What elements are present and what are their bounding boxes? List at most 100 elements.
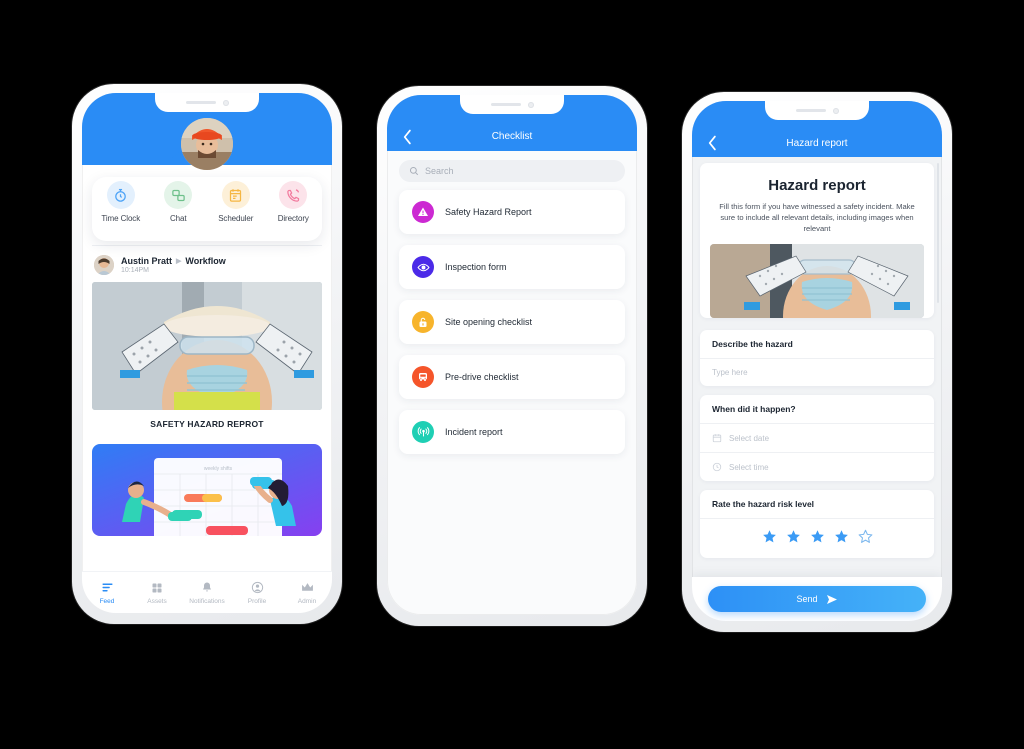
form-title: Hazard report	[768, 177, 866, 194]
quick-action-scheduler[interactable]: Scheduler	[208, 181, 264, 223]
list-item-label: Safety Hazard Report	[445, 207, 532, 217]
field-question: Rate the hazard risk level	[712, 499, 815, 509]
device-notch	[155, 93, 259, 112]
nav-label: Feed	[99, 598, 115, 605]
nav-item-notifications[interactable]: Notifications	[183, 580, 231, 605]
star-icon[interactable]	[786, 529, 801, 544]
phone-device-hazard-report: Hazard report Hazard report Fill this fo…	[682, 92, 952, 632]
feed-scroll-area[interactable]: Austin Pratt ▶ Workflow 10:14PM SAFETY H…	[82, 245, 332, 571]
bottom-navigation: Feed Assets Notifications Profile Admin	[82, 571, 332, 613]
quick-action-label: Directory	[277, 214, 309, 223]
list-item[interactable]: Pre-drive checklist	[399, 355, 625, 399]
user-avatar[interactable]	[181, 118, 233, 170]
quick-action-directory[interactable]: Directory	[265, 181, 321, 223]
post-author-name: Austin Pratt	[121, 256, 173, 266]
post-meta: Austin Pratt ▶ Workflow 10:14PM	[121, 256, 226, 274]
front-camera	[222, 99, 229, 106]
chevron-left-icon[interactable]	[398, 128, 416, 146]
post-caption: SAFETY HAZARD REPROT	[150, 419, 264, 429]
nav-label: Notifications	[189, 598, 225, 605]
quick-action-chat[interactable]: Chat	[150, 181, 206, 223]
warning-triangle-icon	[412, 201, 434, 223]
send-button[interactable]: Send	[708, 586, 926, 612]
input-placeholder: Select time	[729, 462, 769, 472]
form-field-when: When did it happen? Select date Select t…	[700, 395, 934, 481]
screen-checklist: Checklist Search Safety Hazard Report In…	[387, 95, 637, 615]
form-intro-card: Hazard report Fill this form if you have…	[700, 163, 934, 318]
phone-icon	[279, 181, 308, 209]
quick-action-label: Chat	[170, 214, 187, 223]
field-question: When did it happen?	[712, 404, 796, 414]
nav-item-admin[interactable]: Admin	[283, 580, 331, 605]
post-image-secondary[interactable]: weekly shifts	[92, 444, 322, 536]
chevron-left-icon[interactable]	[703, 134, 721, 152]
input-placeholder: Select date	[729, 433, 770, 443]
star-icon[interactable]	[810, 529, 825, 544]
send-label: Send	[796, 594, 818, 604]
send-bar: Send	[692, 577, 942, 621]
earpiece-speaker	[795, 108, 826, 113]
screen-hazard-report: Hazard report Hazard report Fill this fo…	[692, 101, 942, 621]
nav-item-profile[interactable]: Profile	[233, 580, 281, 605]
search-placeholder: Search	[425, 166, 454, 176]
clock-icon	[712, 462, 722, 472]
list-item[interactable]: Safety Hazard Report	[399, 190, 625, 234]
quick-action-label: Scheduler	[218, 214, 254, 223]
device-notch	[765, 101, 869, 120]
calendar-icon	[221, 181, 250, 209]
svg-text:weekly shifts: weekly shifts	[204, 466, 233, 472]
post-header: Austin Pratt ▶ Workflow 10:14PM	[82, 246, 332, 282]
calendar-icon	[712, 434, 722, 443]
person-circle-icon	[233, 580, 281, 595]
star-icon[interactable]	[858, 529, 873, 544]
phone-device-feed: Time Clock Chat Scheduler Directory Aust…	[72, 84, 342, 624]
field-question: Describe the hazard	[712, 339, 793, 349]
front-camera	[832, 107, 839, 114]
feed-lines-icon	[83, 580, 131, 595]
post-author-line: Austin Pratt ▶ Workflow	[121, 256, 226, 266]
device-notch	[460, 95, 564, 114]
bus-icon	[412, 366, 434, 388]
risk-rating-stars[interactable]	[700, 519, 934, 558]
search-input[interactable]: Search	[399, 160, 625, 182]
bell-icon	[183, 580, 231, 595]
select-date-input[interactable]: Select date	[700, 424, 934, 452]
star-icon[interactable]	[834, 529, 849, 544]
quick-action-label: Time Clock	[101, 214, 141, 223]
list-item-label: Inspection form	[445, 262, 507, 272]
earpiece-speaker	[185, 100, 216, 105]
list-item[interactable]: Incident report	[399, 410, 625, 454]
search-icon	[409, 166, 419, 176]
post-author-avatar[interactable]	[94, 255, 114, 275]
nav-item-assets[interactable]: Assets	[133, 580, 181, 605]
checklist-items: Safety Hazard Report Inspection form Sit…	[387, 188, 637, 454]
header-title: Checklist	[491, 131, 533, 142]
padlock-open-icon	[412, 311, 434, 333]
list-item-label: Site opening checklist	[445, 317, 533, 327]
star-icon[interactable]	[762, 529, 777, 544]
input-placeholder: Type here	[712, 368, 748, 377]
form-description: Fill this form if you have witnessed a s…	[719, 202, 915, 233]
nav-item-feed[interactable]: Feed	[83, 580, 131, 605]
crown-icon	[283, 580, 331, 595]
scrollbar[interactable]	[937, 163, 939, 303]
hazard-form-scroll[interactable]: Hazard report Fill this form if you have…	[692, 157, 942, 621]
list-item[interactable]: Site opening checklist	[399, 300, 625, 344]
quick-action-time-clock[interactable]: Time Clock	[93, 181, 149, 223]
eye-icon	[412, 256, 434, 278]
form-field-rating: Rate the hazard risk level	[700, 490, 934, 558]
list-item-label: Pre-drive checklist	[445, 372, 519, 382]
search-container: Search	[387, 151, 637, 188]
checklist-body: Search Safety Hazard Report Inspection f…	[387, 151, 637, 615]
form-image[interactable]	[710, 244, 924, 318]
select-time-input[interactable]: Select time	[700, 453, 934, 481]
quick-actions-card: Time Clock Chat Scheduler Directory	[92, 177, 322, 241]
post-image[interactable]	[92, 282, 322, 410]
describe-hazard-input[interactable]: Type here	[700, 359, 934, 386]
earpiece-speaker	[490, 102, 521, 107]
form-field-describe: Describe the hazard Type here	[700, 330, 934, 386]
front-camera	[527, 101, 534, 108]
list-item-label: Incident report	[445, 427, 503, 437]
list-item[interactable]: Inspection form	[399, 245, 625, 289]
phone-device-checklist: Checklist Search Safety Hazard Report In…	[377, 86, 647, 626]
